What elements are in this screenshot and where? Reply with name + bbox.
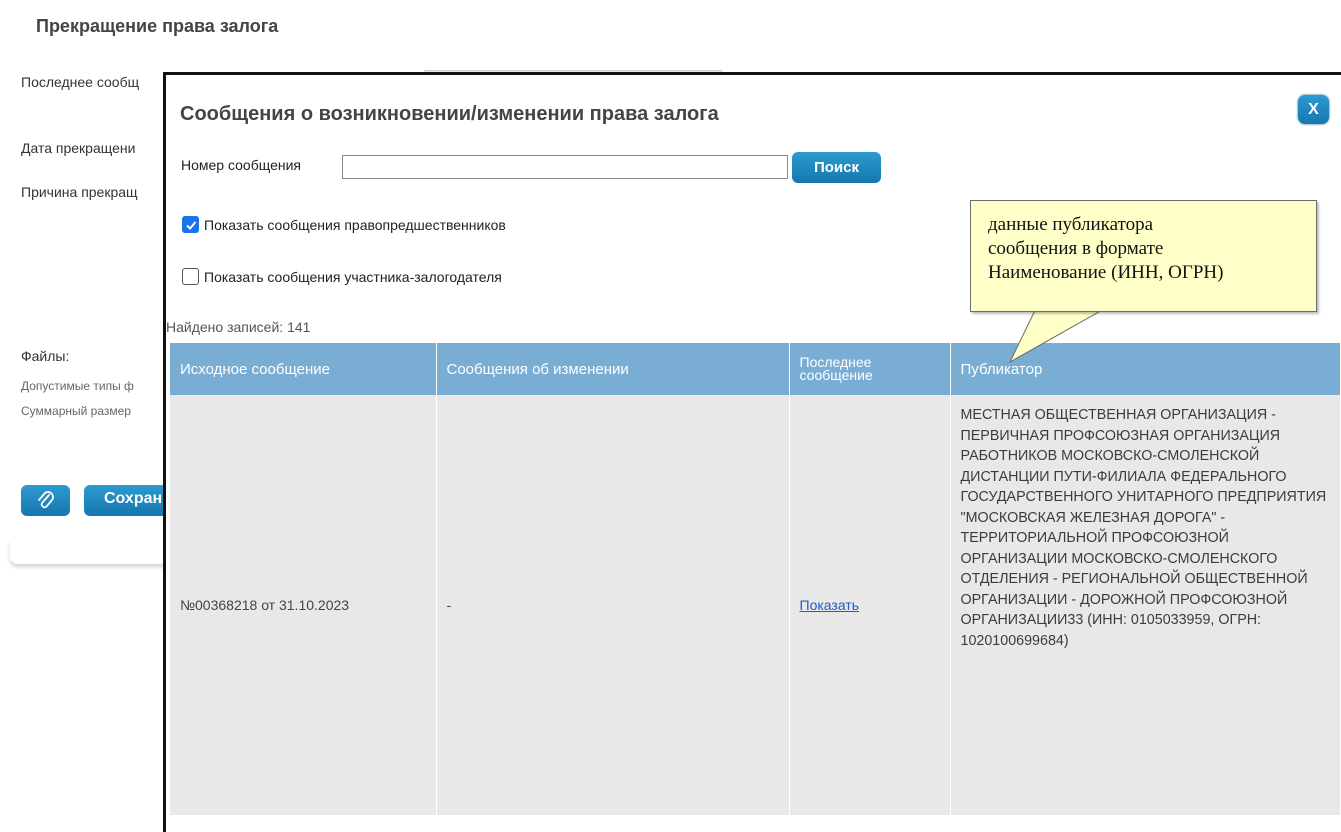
predecessors-checkbox-row[interactable]: Показать сообщения правопредшественников — [182, 216, 506, 233]
pledgor-checkbox-label: Показать сообщения участника-залогодател… — [204, 268, 502, 285]
column-header-changes: Сообщения об изменении — [436, 343, 790, 395]
dialog-title: Сообщения о возникновении/изменении прав… — [180, 103, 719, 125]
total-size-label: Суммарный размер — [21, 404, 131, 418]
paperclip-icon — [37, 490, 54, 508]
predecessors-checkbox[interactable] — [182, 216, 199, 233]
callout-line: сообщения в формате — [988, 238, 1164, 259]
search-button[interactable]: Поиск — [792, 152, 881, 183]
pledge-messages-dialog: Сообщения о возникновении/изменении прав… — [163, 72, 1341, 832]
callout-line: Наименование (ИНН, ОГРН) — [988, 262, 1224, 283]
publisher-format-callout: данные публикатора сообщения в формате Н… — [970, 200, 1317, 312]
form-card-edge — [10, 540, 170, 564]
termination-reason-label: Причина прекращ — [21, 184, 138, 200]
termination-date-label: Дата прекращени — [21, 140, 136, 156]
pledgor-checkbox[interactable] — [182, 268, 199, 285]
table-row: №00368218 от 31.10.2023 - Показать МЕСТН… — [170, 395, 1341, 815]
page-title: Прекращение права залога — [36, 16, 279, 36]
column-header-last: Последнее сообщение — [789, 343, 951, 395]
pledgor-checkbox-row[interactable]: Показать сообщения участника-залогодател… — [182, 268, 502, 285]
last-message-cell: Показать — [789, 395, 951, 815]
changes-cell: - — [436, 395, 790, 815]
allowed-types-label: Допустимые типы ф — [21, 379, 134, 393]
predecessors-checkbox-label: Показать сообщения правопредшественников — [204, 216, 506, 233]
checkmark-icon — [185, 220, 196, 230]
column-header-source: Исходное сообщение — [170, 343, 437, 395]
message-number-input[interactable] — [342, 155, 788, 179]
attach-file-button[interactable] — [21, 485, 70, 516]
files-label: Файлы: — [21, 348, 70, 364]
messages-table: Исходное сообщение Сообщения об изменени… — [170, 343, 1341, 815]
records-found-count: Найдено записей: 141 — [166, 319, 311, 335]
publisher-cell: МЕСТНАЯ ОБЩЕСТВЕННАЯ ОРГАНИЗАЦИЯ - ПЕРВИ… — [950, 395, 1341, 815]
last-message-label: Последнее сообщ — [21, 74, 140, 90]
show-last-message-link[interactable]: Показать — [800, 597, 860, 613]
callout-line: данные публикатора — [988, 214, 1154, 235]
close-button[interactable]: X — [1298, 95, 1329, 124]
table-header-row: Исходное сообщение Сообщения об изменени… — [170, 343, 1341, 395]
source-message-cell: №00368218 от 31.10.2023 — [170, 395, 437, 815]
message-number-label: Номер сообщения — [181, 157, 302, 173]
